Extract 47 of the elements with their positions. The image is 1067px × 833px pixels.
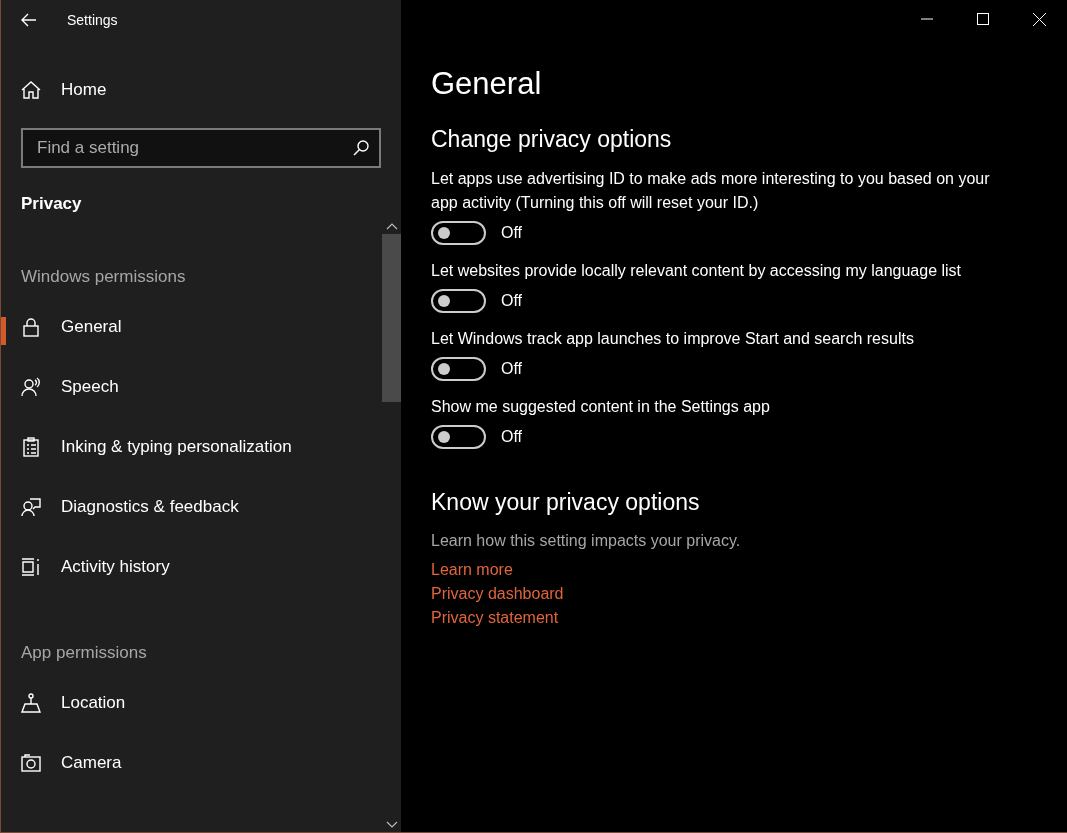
location-icon	[21, 693, 41, 713]
setting-label: Show me suggested content in the Settings app	[431, 397, 771, 417]
toggle-switch[interactable]	[431, 357, 486, 381]
scroll-down-icon[interactable]	[385, 821, 398, 828]
home-nav-item[interactable]: Home	[21, 70, 401, 110]
setting-label: Let Windows track app launches to improve Start and search results	[431, 329, 915, 349]
clipboard-icon	[21, 437, 41, 457]
speech-icon	[21, 377, 41, 397]
scroll-up-icon[interactable]	[385, 223, 398, 230]
window-title: Settings	[67, 12, 118, 28]
search-icon[interactable]	[353, 140, 369, 156]
toggle-state: Off	[501, 224, 523, 242]
section-heading: App permissions	[20, 642, 148, 664]
toggle-switch[interactable]	[431, 425, 486, 449]
toggle-switch[interactable]	[431, 289, 486, 313]
description-text: Learn how this setting impacts your privacy.	[431, 532, 742, 550]
scrollbar-thumb[interactable]	[382, 234, 401, 402]
section-heading: Windows permissions	[20, 266, 187, 288]
section-title: Know your privacy options	[431, 489, 701, 516]
back-icon[interactable]	[21, 13, 37, 27]
search-field[interactable]: Find a setting	[21, 128, 381, 168]
sidebar-item[interactable]: Camera	[1, 733, 361, 793]
sidebar-item[interactable]: Location	[1, 673, 361, 733]
page-title: General	[431, 66, 543, 103]
setting-label: Let apps use advertising ID to make ads more interesting to you based on your app activity (Turning this off will reset your ID.)	[431, 169, 991, 213]
maximize-icon	[977, 13, 989, 25]
toggle-state: Off	[501, 428, 523, 446]
close-icon	[1032, 12, 1046, 26]
toggle-switch[interactable]	[431, 221, 486, 245]
feedback-icon	[21, 497, 41, 517]
sidebar-item[interactable]: Inking & typing personalization	[1, 417, 361, 477]
toggle-state: Off	[501, 292, 523, 310]
link[interactable]: Privacy dashboard	[431, 582, 564, 606]
link[interactable]: Learn more	[431, 558, 513, 582]
category-title: Privacy	[21, 194, 83, 215]
toggle-state: Off	[501, 360, 523, 378]
lock-icon	[21, 317, 41, 337]
section-title: Change privacy options	[431, 126, 673, 153]
sidebar-item[interactable]: Diagnostics & feedback	[1, 477, 361, 537]
activity-icon	[21, 557, 41, 577]
link[interactable]: Privacy statement	[431, 606, 559, 630]
setting-label: Let websites provide locally relevant content by accessing my language list	[431, 261, 963, 281]
sidebar-item[interactable]: General	[1, 297, 361, 357]
sidebar-item[interactable]: Activity history	[1, 537, 361, 597]
home-icon	[21, 81, 41, 99]
camera-icon	[21, 753, 41, 773]
sidebar-item[interactable]: Speech	[1, 357, 361, 417]
